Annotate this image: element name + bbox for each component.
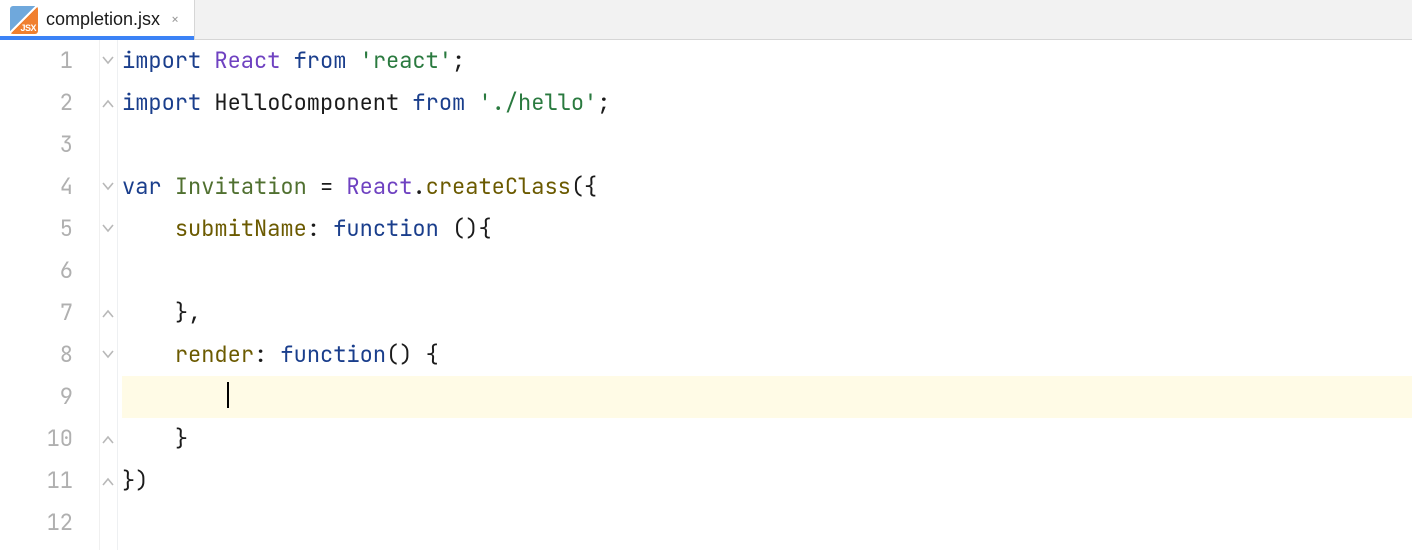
code-area[interactable]: import React from 'react';import HelloCo… <box>118 40 1412 550</box>
token-punc <box>122 298 175 327</box>
line-number: 2 <box>0 82 73 124</box>
line-number: 8 <box>0 334 73 376</box>
line-number: 9 <box>0 376 73 418</box>
fold-close-icon[interactable] <box>101 96 115 110</box>
line-number: 4 <box>0 166 73 208</box>
token-kw: from <box>412 88 478 117</box>
fold-open-icon[interactable] <box>101 54 115 68</box>
token-punc: : <box>254 340 280 369</box>
fold-close-icon[interactable] <box>101 432 115 446</box>
token-punc: ; <box>452 46 465 75</box>
token-kw: from <box>294 46 360 75</box>
line-number: 5 <box>0 208 73 250</box>
token-punc: () { <box>386 340 439 369</box>
code-line[interactable]: import HelloComponent from './hello'; <box>122 82 1412 124</box>
token-def: Invitation <box>175 172 320 201</box>
token-punc: ({ <box>571 172 597 201</box>
token-punc <box>122 424 175 453</box>
fold-open-icon[interactable] <box>101 222 115 236</box>
token-prop: createClass <box>426 172 571 201</box>
token-cls: React <box>214 46 293 75</box>
token-punc: }) <box>122 466 148 495</box>
tab-filename: completion.jsx <box>46 9 160 30</box>
token-punc: (){ <box>452 214 492 243</box>
token-punc: ; <box>597 88 610 117</box>
fold-open-icon[interactable] <box>101 348 115 362</box>
fold-close-icon[interactable] <box>101 474 115 488</box>
code-line[interactable]: } <box>122 418 1412 460</box>
line-number: 10 <box>0 418 73 460</box>
token-str: './hello' <box>478 88 597 117</box>
token-punc <box>122 382 228 411</box>
code-editor[interactable]: 123456789101112 import React from 'react… <box>0 40 1412 550</box>
text-caret <box>227 382 229 408</box>
code-line[interactable]: }) <box>122 460 1412 502</box>
token-kw: function <box>333 214 452 243</box>
code-line[interactable] <box>122 502 1412 544</box>
token-punc: }, <box>175 298 201 327</box>
token-punc: = <box>320 172 346 201</box>
fold-column <box>100 40 118 550</box>
token-prop: submitName <box>175 214 307 243</box>
fold-open-icon[interactable] <box>101 180 115 194</box>
token-punc: . <box>412 172 425 201</box>
token-prop: render <box>175 340 254 369</box>
token-str: 'react' <box>360 46 452 75</box>
token-punc: } <box>175 424 188 453</box>
tab-bar: JSX completion.jsx × <box>0 0 1412 40</box>
file-tab-completion[interactable]: JSX completion.jsx × <box>0 0 195 39</box>
code-line[interactable] <box>122 376 1412 418</box>
code-line[interactable] <box>122 124 1412 166</box>
token-kw: import <box>122 88 214 117</box>
close-tab-icon[interactable]: × <box>168 13 182 27</box>
line-number: 3 <box>0 124 73 166</box>
code-line[interactable]: var Invitation = React.createClass({ <box>122 166 1412 208</box>
fold-close-icon[interactable] <box>101 306 115 320</box>
code-line[interactable] <box>122 250 1412 292</box>
code-line[interactable]: render: function() { <box>122 334 1412 376</box>
line-number: 12 <box>0 502 73 544</box>
token-punc <box>122 214 175 243</box>
token-punc: : <box>307 214 333 243</box>
line-number: 11 <box>0 460 73 502</box>
code-line[interactable]: }, <box>122 292 1412 334</box>
line-number: 6 <box>0 250 73 292</box>
code-line[interactable]: import React from 'react'; <box>122 40 1412 82</box>
line-number-gutter: 123456789101112 <box>0 40 100 550</box>
code-line[interactable]: submitName: function (){ <box>122 208 1412 250</box>
line-number: 7 <box>0 292 73 334</box>
token-punc <box>122 340 175 369</box>
token-kw: function <box>280 340 386 369</box>
token-kw: import <box>122 46 214 75</box>
jsx-file-icon: JSX <box>10 6 38 34</box>
line-number: 1 <box>0 40 73 82</box>
token-cls: React <box>346 172 412 201</box>
token-id: HelloComponent <box>214 88 412 117</box>
token-kw: var <box>122 172 175 201</box>
